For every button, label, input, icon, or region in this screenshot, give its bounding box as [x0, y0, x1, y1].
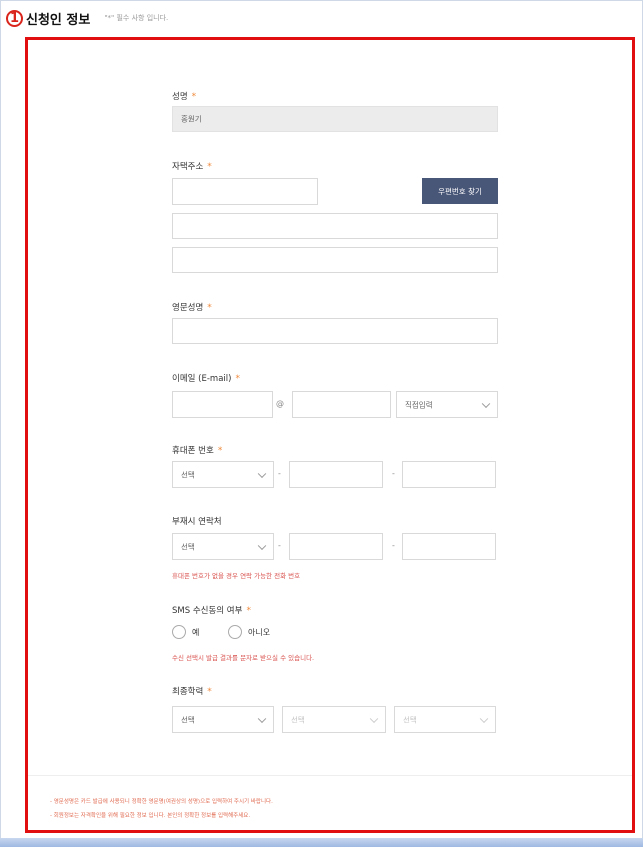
sms-yes-radio[interactable] [172, 625, 186, 639]
email-domain-select[interactable]: 직접입력 [396, 391, 498, 418]
name-field[interactable]: 홍원기 [172, 106, 498, 132]
section-header: 1 신청인 정보 "*" 필수 사항 입니다. [6, 6, 168, 30]
email-domain-select-value: 직접입력 [405, 400, 433, 409]
english-name-label: 영문성명 * [172, 301, 212, 313]
name-label: 성명 * [172, 90, 196, 102]
required-star: * [207, 687, 212, 697]
name-label-text: 성명 [172, 92, 188, 102]
education-select-1-value: 선택 [181, 715, 195, 724]
required-star: * [207, 162, 212, 172]
alt-prefix-select[interactable]: 선택 [172, 533, 274, 560]
required-star: * [207, 303, 212, 313]
footnote-item: - 회원정보는 자격확인을 위해 필요한 정보 입니다. 본인의 정확한 정보를… [50, 813, 251, 819]
alt-contact-label: 부재시 연락처 [172, 515, 222, 527]
alt-prefix-value: 선택 [181, 542, 195, 551]
address-line2-field[interactable] [172, 247, 498, 273]
address-line1-field[interactable] [172, 213, 498, 239]
alt-contact-helper: 휴대폰 번호가 없을 경우 연락 가능한 전화 번호 [172, 572, 301, 580]
required-star: * [191, 92, 197, 102]
english-name-field[interactable] [172, 318, 498, 344]
sms-label-text: SMS 수신동의 여부 [172, 606, 243, 616]
sms-label: SMS 수신동의 여부 * [172, 604, 251, 616]
mobile-label-text: 휴대폰 번호 [172, 446, 214, 456]
email-local-field[interactable] [172, 391, 273, 418]
chevron-down-icon [479, 714, 489, 723]
address-label: 자택주소 * [172, 160, 212, 172]
name-value: 홍원기 [181, 114, 202, 124]
footer-divider [28, 775, 632, 776]
mobile-middle-field[interactable] [289, 461, 383, 488]
address-label-text: 자택주소 [172, 162, 204, 172]
sms-helper: 수신 선택시 발급 결과를 문자로 받으실 수 있습니다. [172, 654, 315, 662]
sms-no-label[interactable]: 아니오 [248, 627, 270, 638]
required-star: * [217, 446, 223, 456]
mobile-prefix-value: 선택 [181, 470, 195, 479]
required-star: * [235, 374, 240, 384]
required-star: * [246, 606, 251, 616]
footnote-item: - 영문성명은 카드 발급에 사용되니 정확한 영문명(여권상의 성명)으로 입… [50, 799, 273, 805]
sms-no-radio[interactable] [228, 625, 242, 639]
dash-separator: - [392, 541, 395, 550]
mobile-last-field[interactable] [402, 461, 496, 488]
email-label-text: 이메일 (E-mail) [172, 374, 232, 384]
education-label-text: 최종학력 [172, 687, 204, 697]
mobile-label: 휴대폰 번호 * [172, 444, 222, 456]
sms-yes-label[interactable]: 예 [192, 627, 199, 638]
chevron-down-icon [481, 399, 491, 408]
section-title: 신청인 정보 [26, 12, 91, 28]
email-domain-field[interactable] [292, 391, 391, 418]
footnote-text: 영문성명은 카드 발급에 사용되니 정확한 영문명(여권상의 성명)으로 입력하… [53, 799, 273, 805]
alt-last-field[interactable] [402, 533, 496, 560]
at-sign: @ [276, 399, 284, 408]
alt-contact-label-text: 부재시 연락처 [172, 517, 222, 527]
footnote-text: 회원정보는 자격확인을 위해 필요한 정보 입니다. 본인의 정확한 정보를 입… [53, 813, 251, 819]
chevron-down-icon [369, 714, 379, 723]
chevron-down-icon [257, 469, 267, 478]
email-label: 이메일 (E-mail) * [172, 372, 240, 384]
step-number-badge: 1 [6, 9, 23, 27]
mobile-prefix-select[interactable]: 선택 [172, 461, 274, 488]
dash-separator: - [278, 541, 281, 550]
education-select-3[interactable]: 선택 [394, 706, 496, 733]
english-name-label-text: 영문성명 [172, 303, 204, 313]
education-select-2-value: 선택 [291, 715, 305, 724]
education-label: 최종학력 * [172, 685, 212, 697]
chevron-down-icon [257, 541, 267, 550]
find-zipcode-button[interactable]: 우편번호 찾기 [422, 178, 498, 204]
zipcode-field[interactable] [172, 178, 318, 205]
education-select-2[interactable]: 선택 [282, 706, 386, 733]
education-select-3-value: 선택 [403, 715, 417, 724]
education-select-1[interactable]: 선택 [172, 706, 274, 733]
alt-middle-field[interactable] [289, 533, 383, 560]
page-bottom-edge [0, 838, 643, 847]
dash-separator: - [392, 469, 395, 478]
dash-separator: - [278, 469, 281, 478]
required-note: "*" 필수 사항 입니다. [104, 14, 169, 22]
chevron-down-icon [257, 714, 267, 723]
